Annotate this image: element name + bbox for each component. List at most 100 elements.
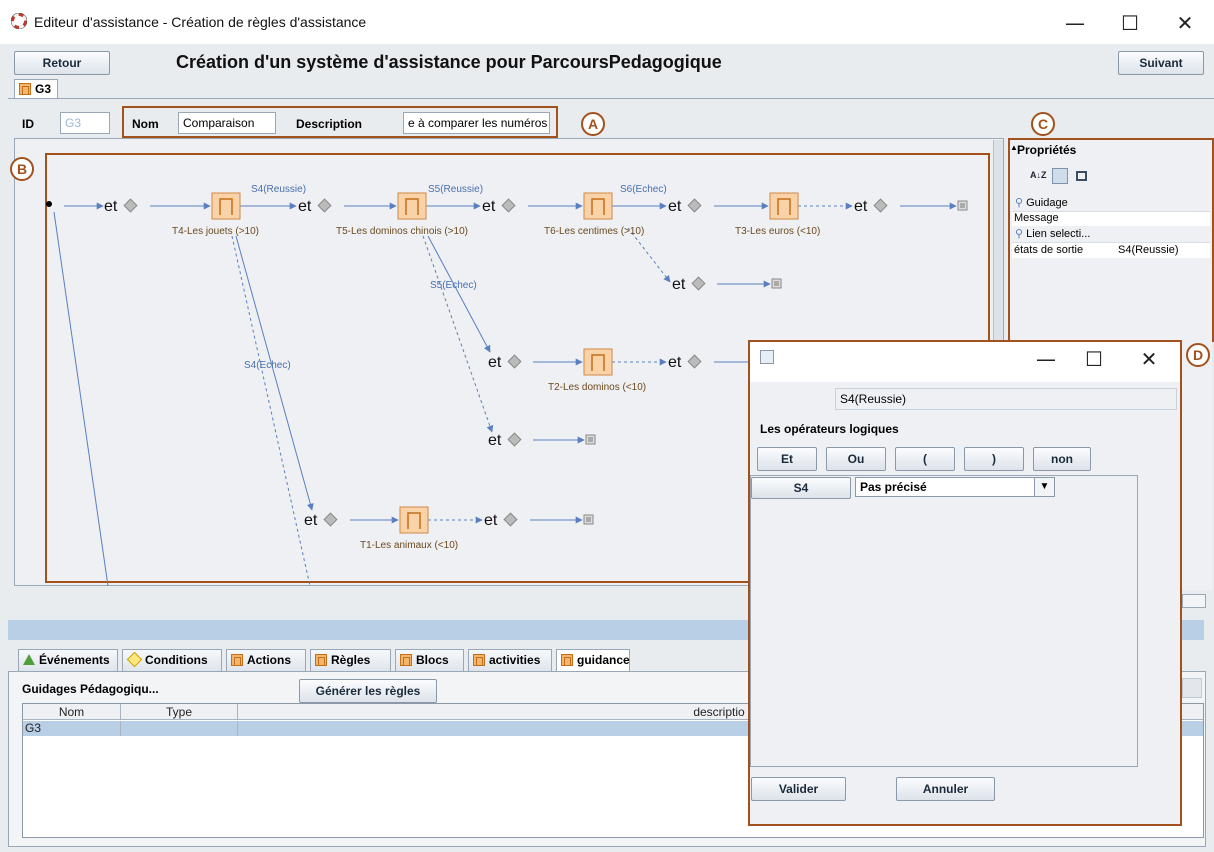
condition-field[interactable]: S4(Reussie) (835, 388, 1177, 410)
end-node-inner (960, 203, 965, 208)
diamond-connector-icon (323, 512, 338, 527)
diamond-connector-icon (873, 198, 888, 213)
sort-alpha-icon[interactable]: A↓Z (1030, 171, 1047, 180)
cancel-button[interactable]: Annuler (896, 777, 995, 801)
block-label: T3-Les euros (<10) (735, 226, 820, 237)
block-icon (473, 654, 485, 666)
block-icon (561, 654, 573, 666)
tab-label: activities (489, 653, 541, 667)
op-non-button[interactable]: non (1033, 447, 1091, 471)
panel-action-icon[interactable] (1182, 678, 1202, 698)
pin-icon: ⚲ (1015, 197, 1024, 209)
chevron-down-icon[interactable]: ▼ (1034, 478, 1054, 496)
tab-label: Règles (331, 653, 371, 667)
guidance-block (211, 192, 241, 220)
guidance-block (583, 348, 613, 376)
categorized-icon[interactable] (1052, 168, 1068, 184)
et-operator: et (672, 276, 686, 293)
collapse-arrow-icon[interactable]: ▲ (1010, 143, 1018, 152)
pin-icon: ⚲ (1015, 228, 1024, 240)
tab-règles[interactable]: Règles (310, 649, 391, 671)
diamond-icon (126, 651, 143, 668)
properties-row-exit-states[interactable]: états de sortie S4(Reussie) (1012, 242, 1210, 258)
op-ou-button[interactable]: Ou (826, 447, 886, 471)
diamond-connector-icon (687, 198, 702, 213)
tab-événements[interactable]: Événements (18, 649, 118, 671)
op-open-paren-button[interactable]: ( (895, 447, 955, 471)
diamond-connector-icon (687, 354, 702, 369)
edge-label: S4(Reussie) (251, 184, 306, 195)
et-operator: et (488, 354, 502, 371)
properties-button[interactable] (1182, 594, 1206, 608)
edge-label: S5(Reussie) (428, 184, 483, 195)
diamond-connector-icon (691, 276, 706, 291)
end-node-inner (588, 437, 593, 442)
tab-guidance[interactable]: guidance (556, 649, 630, 672)
tab-label: Conditions (145, 653, 208, 667)
column-header-type[interactable]: Type (121, 704, 238, 720)
graph-edge (427, 235, 491, 353)
start-node (46, 201, 52, 207)
dialog-close-button[interactable]: ✕ (1126, 342, 1172, 376)
diamond-connector-icon (503, 512, 518, 527)
dialog-minimize-button[interactable]: — (1023, 342, 1069, 376)
diamond-connector-icon (317, 198, 332, 213)
op-close-paren-button[interactable]: ) (964, 447, 1024, 471)
diamond-connector-icon (507, 354, 522, 369)
condition-editor-area (750, 475, 1138, 767)
et-operator: et (854, 198, 868, 215)
guidance-block (399, 506, 429, 534)
tab-activities[interactable]: activities (468, 649, 552, 671)
tab-label: guidance (577, 653, 630, 667)
block-label: T1-Les animaux (<10) (360, 540, 458, 551)
variable-s4-button[interactable]: S4 (751, 477, 851, 499)
graph-edge (231, 235, 311, 587)
edge-label: S4(Echec) (244, 360, 291, 371)
block-icon (315, 654, 327, 666)
et-operator: et (104, 198, 118, 215)
et-operator: et (488, 432, 502, 449)
tab-conditions[interactable]: Conditions (122, 649, 222, 671)
table-cell-nom: G3 (23, 721, 121, 736)
op-et-button[interactable]: Et (757, 447, 817, 471)
properties-section-guidage: Guidage (1026, 197, 1068, 209)
tab-label: Blocs (416, 653, 449, 667)
diamond-connector-icon (507, 432, 522, 447)
properties-row-message[interactable]: Message (1012, 211, 1210, 226)
et-operator: et (304, 512, 318, 529)
et-operator: et (668, 198, 682, 215)
tab-actions[interactable]: Actions (226, 649, 306, 671)
et-operator: et (298, 198, 312, 215)
tab-label: Événements (39, 653, 110, 667)
guidance-block (397, 192, 427, 220)
graph-edge (422, 235, 494, 433)
callout-d: D (1186, 343, 1210, 367)
generate-rules-button[interactable]: Générer les règles (299, 679, 437, 703)
et-operator: et (668, 354, 682, 371)
edge-label: S6(Echec) (620, 184, 667, 195)
block-icon (400, 654, 412, 666)
column-header-nom[interactable]: Nom (23, 704, 121, 720)
guidance-block (769, 192, 799, 220)
validate-button[interactable]: Valider (751, 777, 846, 801)
properties-title: Propriétés (1017, 143, 1077, 157)
triangle-icon (23, 654, 35, 665)
guidance-block (583, 192, 613, 220)
end-node-inner (774, 281, 779, 286)
diamond-connector-icon (501, 198, 516, 213)
state-select[interactable]: Pas précisé ▼ (855, 477, 1055, 497)
callout-c: C (1031, 112, 1055, 136)
et-operator: et (484, 512, 498, 529)
properties-section-lien: Lien selecti... (1026, 228, 1091, 240)
block-icon (231, 654, 243, 666)
graph-edge (235, 235, 314, 511)
block-label: T2-Les dominos (<10) (548, 382, 646, 393)
dialog-maximize-button[interactable]: ☐ (1071, 342, 1117, 376)
tab-blocs[interactable]: Blocs (395, 649, 464, 671)
block-label: T4-Les jouets (>10) (172, 226, 259, 237)
description-toggle-icon[interactable] (1076, 171, 1087, 181)
graph-edge (53, 211, 109, 587)
operators-title: Les opérateurs logiques (760, 422, 899, 436)
edge-label: S5(Echec) (430, 280, 477, 291)
end-node-inner (586, 517, 591, 522)
